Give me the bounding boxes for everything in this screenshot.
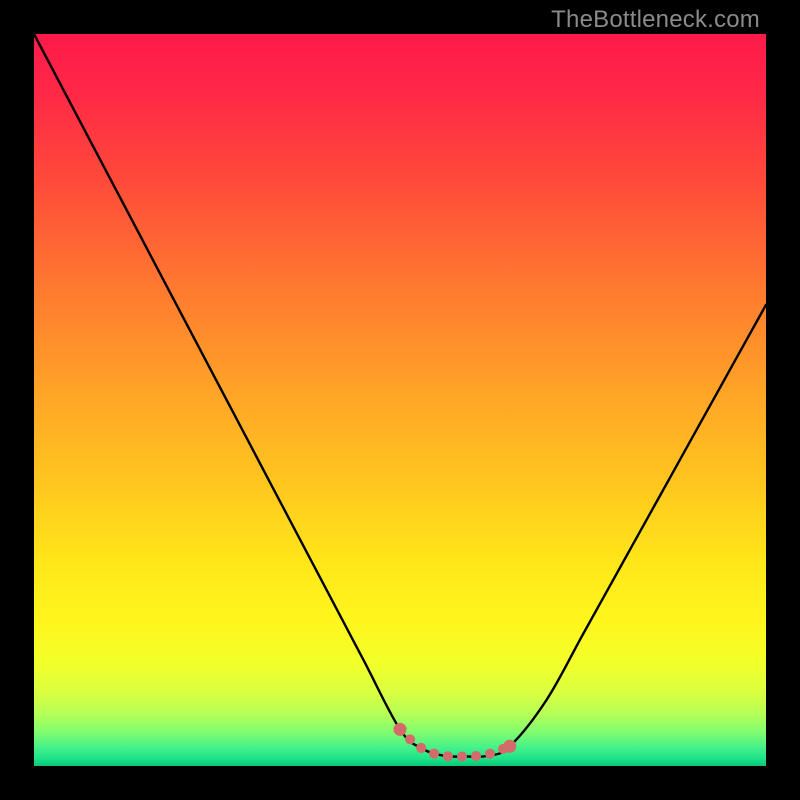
outer-frame: TheBottleneck.com (0, 0, 800, 800)
valley-cap-right-icon (503, 740, 516, 753)
plot-area (34, 34, 766, 766)
valley-highlight (400, 729, 510, 756)
bottleneck-curve (34, 34, 766, 757)
valley-cap-left-icon (394, 723, 407, 736)
watermark-text: TheBottleneck.com (551, 6, 760, 34)
chart-curves (34, 34, 766, 766)
